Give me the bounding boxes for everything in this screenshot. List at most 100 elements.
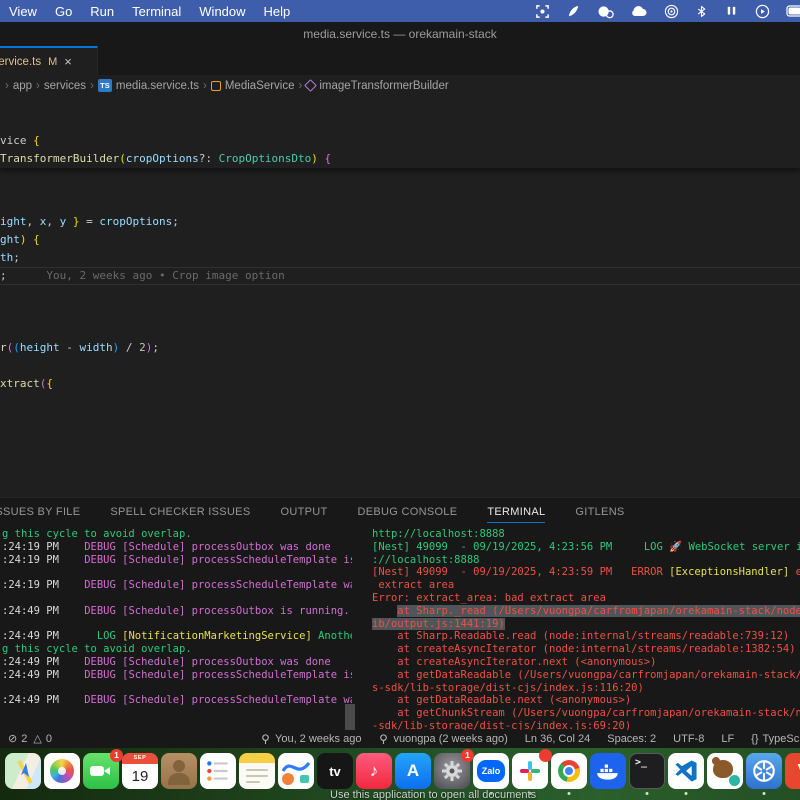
dock-docker[interactable]: [590, 753, 626, 789]
calendar-day: 19: [122, 764, 158, 789]
dock-calendar[interactable]: SEP 19: [122, 753, 158, 789]
text-line: at getChunkStream (/Users/vuongpa/carfro…: [372, 707, 800, 720]
code-lines[interactable]: ight, x, y } = cropOptions;ght) {th;; Yo…: [0, 204, 800, 393]
play-circle-icon[interactable]: [755, 4, 770, 19]
terminal-pane-left[interactable]: g this cycle to avoid overlap.:24:19 PM …: [2, 528, 352, 730]
music-note-icon: ♪: [370, 761, 379, 781]
committer-text: vuongpa (2 weeks ago): [393, 733, 507, 745]
breadcrumb-media-service-ts[interactable]: TSmedia.service.ts: [98, 79, 199, 92]
dock-freeform[interactable]: [278, 753, 314, 789]
dock-photos[interactable]: [44, 753, 80, 789]
dock-dbeaver[interactable]: [707, 753, 743, 789]
menu-run[interactable]: Run: [81, 4, 123, 19]
breadcrumb-services[interactable]: services: [44, 80, 86, 92]
dock-slack[interactable]: [512, 753, 548, 789]
panel-tab-issues-by-file[interactable]: ISSUES BY FILE: [0, 501, 80, 522]
panel-tab-spell-checker-issues[interactable]: SPELL CHECKER ISSUES: [110, 501, 250, 522]
language-mode[interactable]: {} TypeScript: [751, 733, 800, 745]
breadcrumb-label: MediaService: [225, 80, 295, 92]
tab-label: media.service.ts: [0, 56, 41, 68]
typescript-file-icon: TS: [98, 79, 112, 92]
bluetooth-icon[interactable]: [695, 4, 708, 19]
menu-window[interactable]: Window: [190, 4, 254, 19]
checklist-icon: [205, 758, 231, 784]
airpods-icon[interactable]: [724, 4, 739, 19]
blame-status[interactable]: You, 2 weeks ago: [260, 733, 361, 745]
battery-icon[interactable]: [786, 5, 800, 17]
dock-facetime[interactable]: 1: [83, 753, 119, 789]
dock-aperture-app[interactable]: [746, 753, 782, 789]
menu-help[interactable]: Help: [255, 4, 300, 19]
breadcrumb-app[interactable]: app: [13, 80, 32, 92]
indentation[interactable]: Spaces: 2: [607, 733, 656, 745]
panel-tab-gitlens[interactable]: GITLENS: [575, 501, 624, 522]
chevron-right-icon: ›: [90, 80, 94, 92]
time-badge-icon[interactable]: [597, 4, 614, 19]
dock-vscode[interactable]: [668, 753, 704, 789]
eol-sequence[interactable]: LF: [721, 733, 734, 745]
text-line: th;: [0, 249, 800, 267]
text-line: :24:49 PM LOG [NotificationMarketingServ…: [2, 630, 352, 643]
modified-indicator: M: [48, 56, 57, 68]
breadcrumb-mediaservice[interactable]: MediaService: [211, 80, 295, 92]
text-line: at getDataReadable.next (<anonymous>): [372, 694, 800, 707]
symbol-class-icon: [211, 81, 221, 91]
dock-zalo[interactable]: Zalo: [473, 753, 509, 789]
sticky-scroll[interactable]: vice {TransformerBuilder(cropOptions?: C…: [0, 132, 800, 168]
terminal-scrollbar[interactable]: [345, 704, 355, 730]
text-line: [2, 592, 352, 605]
person-icon: [168, 773, 190, 785]
dock-terminal[interactable]: >_: [629, 753, 665, 789]
chevron-right-icon: ›: [36, 80, 40, 92]
code-editor[interactable]: vice {TransformerBuilder(cropOptions?: C…: [0, 96, 800, 497]
vscode-titlebar[interactable]: media.service.ts — orekamain-stack: [0, 22, 800, 46]
menubar-status-icons: [535, 4, 800, 19]
dock-notes[interactable]: [239, 753, 275, 789]
text-line: xtract({: [0, 375, 800, 393]
dock-app-store[interactable]: A: [395, 753, 431, 789]
tab-media-service[interactable]: media.service.ts M ×: [0, 46, 98, 75]
problems-warnings[interactable]: △ 0: [33, 733, 52, 745]
bottom-panel: ISSUES BY FILE SPELL CHECKER ISSUES OUTPUT…: [0, 497, 800, 730]
panel-tab-debug-console[interactable]: DEBUG CONSOLE: [358, 501, 458, 522]
dock-maps[interactable]: [5, 753, 41, 789]
video-camera-icon: [90, 766, 104, 776]
menu-go[interactable]: Go: [46, 4, 81, 19]
breadcrumb-imagetransformerbuilder[interactable]: imageTransformerBuilder: [306, 80, 448, 92]
close-icon[interactable]: ×: [64, 55, 72, 68]
dock-chrome[interactable]: [551, 753, 587, 789]
committer-status[interactable]: vuongpa (2 weeks ago): [378, 733, 507, 745]
screen-capture-icon[interactable]: [535, 4, 550, 19]
menu-terminal[interactable]: Terminal: [123, 4, 190, 19]
dock-music[interactable]: ♪: [356, 753, 392, 789]
panel-tab-output[interactable]: OUTPUT: [280, 501, 327, 522]
text-line: [0, 303, 800, 321]
appstore-a-icon: A: [407, 761, 419, 781]
panel-tab-terminal[interactable]: TERMINAL: [487, 501, 545, 523]
text-line: :24:49 PM DEBUG [Schedule] processOutbox…: [2, 656, 352, 669]
cursor-position[interactable]: Ln 36, Col 24: [525, 733, 590, 745]
text-line: r((height - width) / 2);: [0, 339, 800, 357]
broadcast-icon[interactable]: [664, 4, 679, 19]
text-line: [Nest] 49099 - 09/19/2025, 4:23:56 PM LO…: [372, 541, 800, 554]
dock-apple-tv[interactable]: tv: [317, 753, 353, 789]
encoding[interactable]: UTF-8: [673, 733, 704, 745]
dbeaver-badge: [729, 775, 740, 786]
menu-view[interactable]: View: [0, 4, 46, 19]
cloud-icon[interactable]: [630, 5, 648, 17]
feather-icon[interactable]: [566, 4, 581, 19]
warning-icon: △: [33, 734, 41, 745]
slack-hash-icon: [518, 759, 542, 783]
terminal-view[interactable]: g this cycle to avoid overlap.:24:19 PM …: [0, 528, 800, 730]
dock-reminders[interactable]: [200, 753, 236, 789]
dock-system-settings[interactable]: 1: [434, 753, 470, 789]
text-line: TransformerBuilder(cropOptions?: CropOpt…: [0, 150, 800, 168]
problems-errors[interactable]: ⊘ 2: [8, 733, 27, 745]
notification-badge: 1: [110, 749, 123, 762]
terminal-pane-right[interactable]: http://localhost:8888[Nest] 49099 - 09/1…: [372, 528, 800, 730]
text-line: :24:49 PM DEBUG [Schedule] processSchedu…: [2, 694, 352, 707]
dock-v-app[interactable]: V: [785, 753, 800, 789]
dock-contacts[interactable]: [161, 753, 197, 789]
error-icon: ⊘: [8, 734, 17, 745]
text-line: ://localhost:8888: [372, 554, 800, 567]
